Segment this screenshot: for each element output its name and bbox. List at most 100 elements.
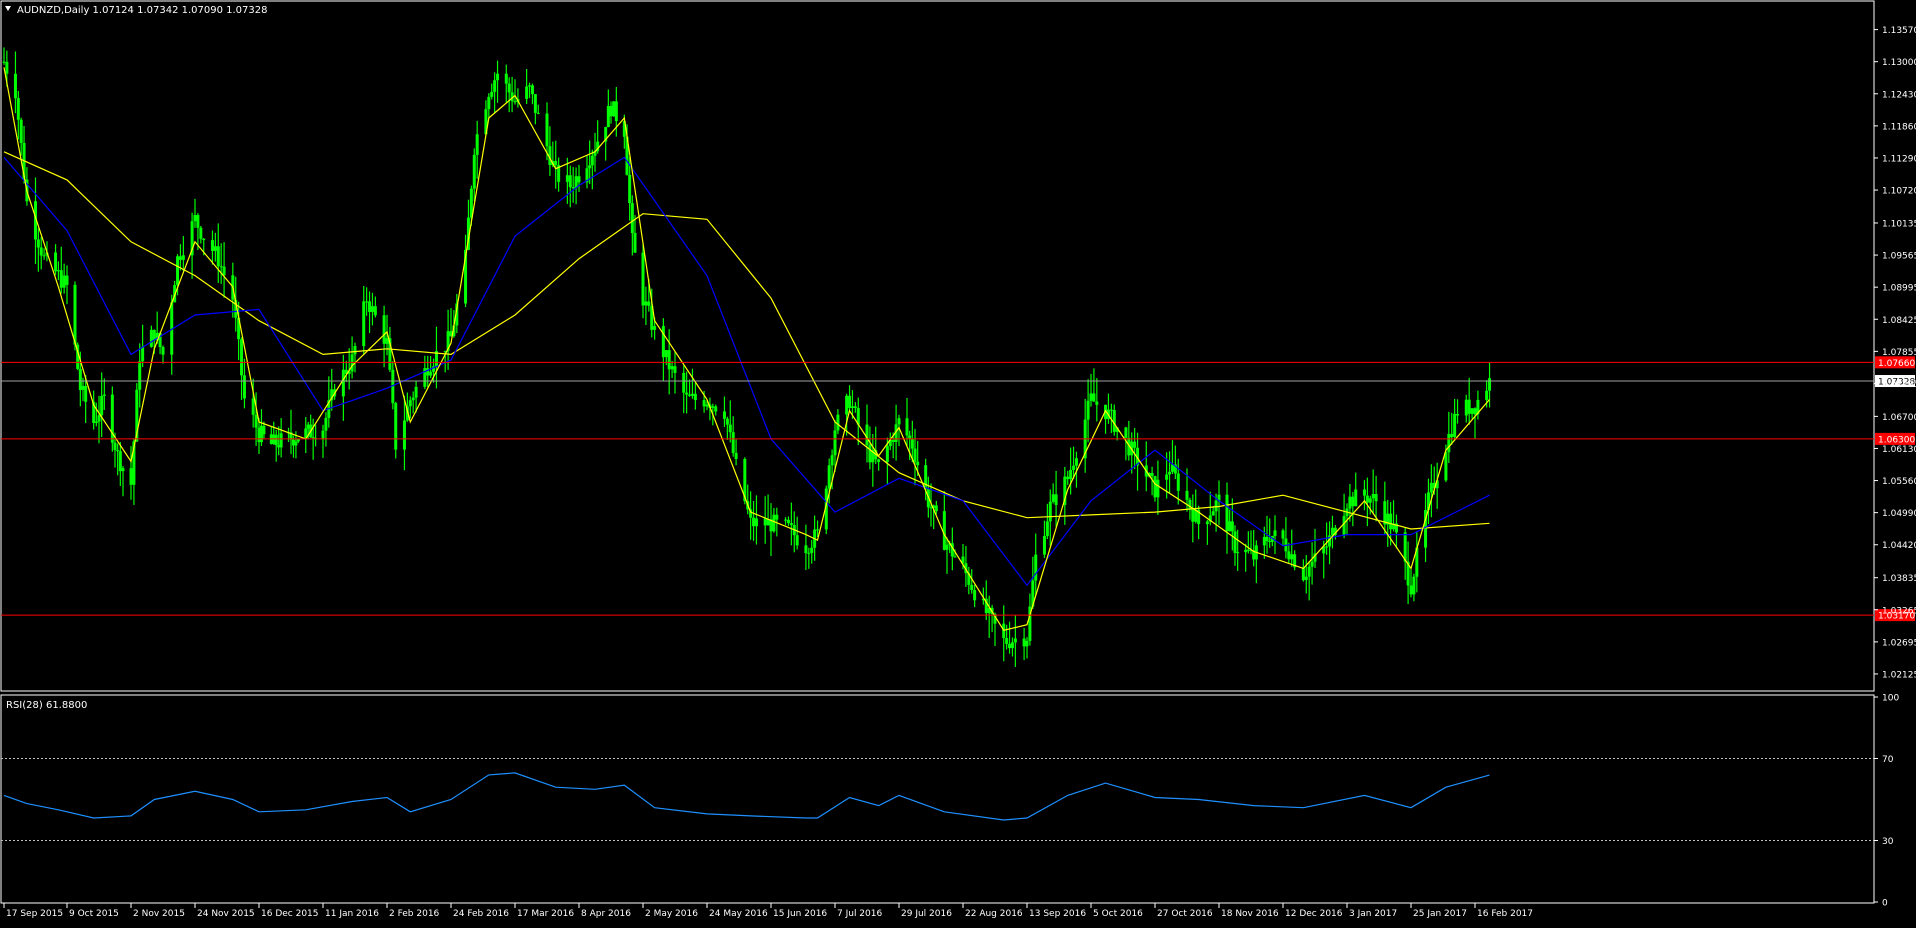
candle-body xyxy=(554,160,558,166)
time-tick-label: 17 Mar 2016 xyxy=(517,909,574,919)
candle-body xyxy=(1268,540,1272,542)
candle-body xyxy=(42,255,46,257)
candle-body xyxy=(528,85,532,87)
candle-body xyxy=(910,438,914,449)
candle-body xyxy=(78,368,82,390)
candle-body xyxy=(402,420,406,450)
candle-body xyxy=(504,73,508,84)
candle-body xyxy=(525,86,529,99)
candle-body xyxy=(1389,513,1393,530)
time-tick-label: 16 Dec 2015 xyxy=(261,909,319,919)
candle-body xyxy=(853,406,857,409)
candle-body xyxy=(1042,536,1046,555)
price-tick-label: 1.12430 xyxy=(1882,90,1916,100)
candle-body xyxy=(945,544,949,550)
candle-body xyxy=(714,406,718,412)
candle-body xyxy=(775,514,779,520)
candle-body xyxy=(324,417,328,431)
candle-body xyxy=(149,329,153,347)
candle-body xyxy=(129,468,133,485)
candle-body xyxy=(606,106,610,128)
candle-body xyxy=(830,455,834,466)
candle-body xyxy=(1403,532,1407,562)
chart-canvas[interactable]: 1.076601.063001.031701.073281.135701.130… xyxy=(0,0,1916,924)
candle-body xyxy=(1225,494,1229,532)
candle-body xyxy=(1281,530,1285,539)
candle-body xyxy=(394,403,398,450)
chart-header-label: AUDNZD,Daily 1.07124 1.07342 1.07090 1.0… xyxy=(17,5,268,16)
candle-body xyxy=(411,397,415,401)
candle-body xyxy=(885,446,889,463)
candle-body xyxy=(5,61,9,74)
candle-body xyxy=(493,80,497,92)
sr-level-label: 1.07660 xyxy=(1878,359,1915,369)
candle-body xyxy=(152,329,156,341)
candle-body xyxy=(475,134,479,155)
time-tick-label: 27 Oct 2016 xyxy=(1157,909,1213,919)
candle-body xyxy=(536,112,540,114)
time-tick-label: 29 Jul 2016 xyxy=(901,909,952,919)
candle-body xyxy=(1456,413,1460,416)
candle-body xyxy=(1273,530,1277,537)
candle-body xyxy=(100,395,104,416)
candle-body xyxy=(113,442,117,451)
candle-body xyxy=(1025,640,1029,647)
candle-body xyxy=(641,252,645,306)
candle-body xyxy=(612,101,616,117)
candle-body xyxy=(789,523,793,525)
time-tick-label: 16 Feb 2017 xyxy=(1477,909,1533,919)
candle-body xyxy=(414,386,418,398)
candle-body xyxy=(807,552,811,554)
candle-body xyxy=(810,547,814,553)
candle-body xyxy=(877,459,881,463)
time-tick-label: 5 Oct 2016 xyxy=(1093,909,1143,919)
candle-body xyxy=(16,98,20,120)
candle-body xyxy=(408,400,412,407)
candle-body xyxy=(1092,393,1096,402)
candle-body xyxy=(929,507,933,509)
candle-body xyxy=(728,424,732,433)
candle-body xyxy=(373,306,377,316)
candle-body xyxy=(1464,399,1468,416)
candle-body xyxy=(1156,479,1160,498)
candle xyxy=(110,386,114,452)
candle-body xyxy=(1362,489,1366,496)
price-tick-label: 1.02125 xyxy=(1882,670,1916,680)
price-tick-label: 1.07285 xyxy=(1882,380,1916,390)
candle-body xyxy=(1045,521,1049,537)
candle-body xyxy=(382,315,386,344)
candle-body xyxy=(1246,549,1250,551)
candle-body xyxy=(1176,473,1180,491)
time-tick-label: 25 Jan 2017 xyxy=(1413,909,1467,919)
candle-body xyxy=(752,517,756,527)
candle-body xyxy=(1054,494,1058,505)
candle-body xyxy=(865,424,869,445)
candle-body xyxy=(2,61,6,63)
candle-body xyxy=(1262,536,1266,546)
candle-body xyxy=(1371,494,1375,499)
candle-body xyxy=(1022,638,1026,647)
trading-chart-window[interactable]: 1.07660 1.06300 1.03170 1.07328 1.13570 1.130… xyxy=(0,0,1916,924)
candle-body xyxy=(571,187,575,189)
candle-body xyxy=(1228,521,1232,532)
candle-body xyxy=(362,301,366,347)
candle-body xyxy=(54,252,58,272)
candle-body xyxy=(1348,496,1352,509)
rsi-tick-label: 100 xyxy=(1882,694,1899,704)
candle-body xyxy=(734,452,738,459)
candle-body xyxy=(368,301,372,312)
candle-body xyxy=(1467,399,1471,414)
candle-body xyxy=(1342,516,1346,535)
candle-body xyxy=(702,400,706,407)
candle-body xyxy=(533,94,537,113)
candle-body xyxy=(731,432,735,453)
candle-body xyxy=(321,430,325,440)
candle-body xyxy=(472,154,476,189)
candle-body xyxy=(161,347,165,355)
candle-body xyxy=(673,366,677,373)
candle-body xyxy=(1133,441,1137,448)
price-tick-label: 1.04420 xyxy=(1882,541,1916,551)
candle-body xyxy=(1301,567,1305,581)
candle-body xyxy=(1095,401,1099,405)
candle-body xyxy=(350,354,354,372)
